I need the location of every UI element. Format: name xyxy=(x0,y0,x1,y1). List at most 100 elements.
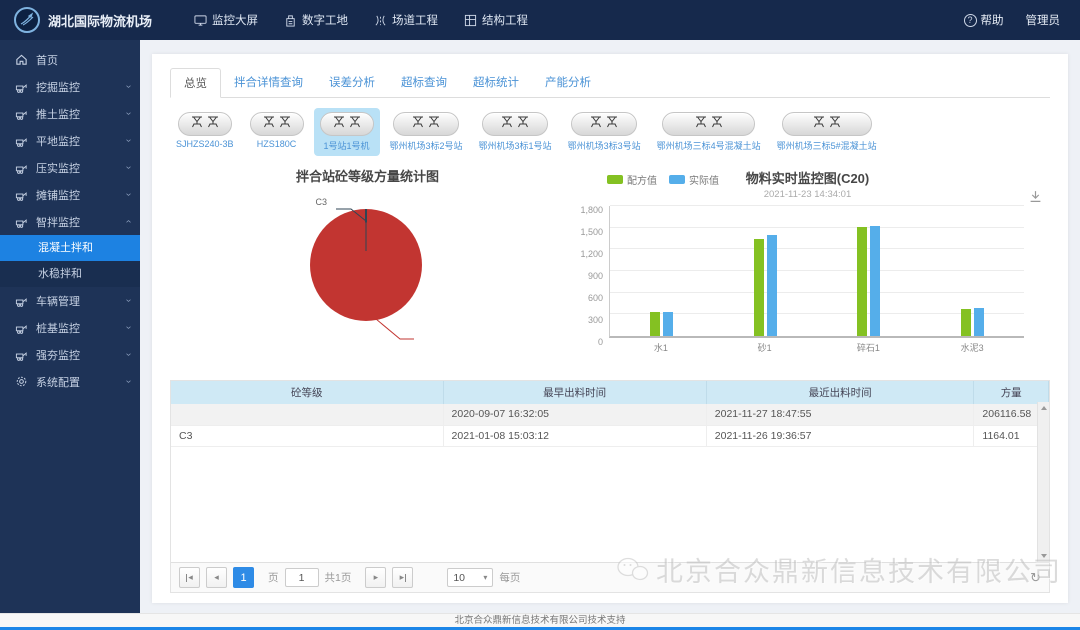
station-label: SJHZS240-3B xyxy=(176,139,234,149)
bar-配方值-砂1[interactable] xyxy=(753,239,764,336)
table-cell: 2020-09-07 16:32:05 xyxy=(443,404,707,426)
table-header[interactable]: 最早出料时间 xyxy=(443,381,707,404)
table-header[interactable]: 最近出料时间 xyxy=(706,381,975,404)
station-button-4[interactable]: 鄂州机场3标1号站 xyxy=(473,108,558,156)
user-menu[interactable]: 管理员 xyxy=(1026,12,1061,28)
last-page-button[interactable]: ▸ xyxy=(392,567,414,588)
station-button-0[interactable]: SJHZS240-3B xyxy=(170,108,240,153)
sidebar-item-compactor[interactable]: 压实监控 › xyxy=(0,154,140,181)
legend-actual[interactable]: 实际值 xyxy=(669,172,719,187)
sidebar-subitem-6-1[interactable]: 水稳拌和 xyxy=(0,261,140,287)
station-label: HZS180C xyxy=(256,139,297,149)
station-label: 鄂州机场3标3号站 xyxy=(567,141,641,151)
y-tick-label: 1,800 xyxy=(580,205,603,215)
sidebar-item-label: 挖掘监控 xyxy=(36,81,80,94)
sidebar-item-label: 首页 xyxy=(36,54,58,67)
sidebar-subitem-6-0[interactable]: 混凝土拌和 xyxy=(0,235,140,261)
runway-works-icon xyxy=(375,15,386,25)
x-tick-label: 水泥3 xyxy=(960,343,984,353)
table-row[interactable]: 2020-09-07 16:32:05 2021-11-27 18:47:55 20… xyxy=(171,404,1049,426)
top-header: 湖北国际物流机场 监控大屏 数字工地 场道工程 结构工程 ? 帮助 管理员 xyxy=(0,0,1080,40)
page-number-input[interactable] xyxy=(284,568,319,587)
tab-bar: 总览 拌合详情查询 误差分析 超标查询 超标统计 产能分析 xyxy=(170,68,1050,98)
excavator-icon xyxy=(14,80,28,93)
sidebar-item-pile[interactable]: 桩基监控 › xyxy=(0,314,140,341)
bar-chart-timestamp: 2021-11-23 14:34:01 xyxy=(763,189,852,200)
help-button[interactable]: ? 帮助 xyxy=(963,12,1004,28)
compactor-icon xyxy=(14,161,28,174)
sidebar-item-vehicle[interactable]: 车辆管理 › xyxy=(0,287,140,314)
help-icon: ? xyxy=(963,13,977,27)
tab-2[interactable]: 误差分析 xyxy=(316,68,388,98)
station-button-1[interactable]: HZS180C xyxy=(244,108,310,153)
station-selector: SJHZS240-3B HZS180C 1号站1号机 鄂州机场3标2号站 鄂州机场3标1… xyxy=(170,108,1050,156)
sidebar-item-label: 桩基监控 xyxy=(36,322,80,335)
table-row[interactable]: C3 2021-01-08 15:03:12 2021-11-26 19:36:57… xyxy=(171,425,1049,447)
ramming-icon xyxy=(14,348,28,361)
sidebar-item-smart-mixing[interactable]: 智拌监控 › xyxy=(0,208,140,235)
table-cell: C3 xyxy=(171,425,444,447)
sidebar-item-label: 摊铺监控 xyxy=(36,189,80,202)
bar-配方值-水1[interactable] xyxy=(650,312,661,336)
first-page-button[interactable]: ◂ xyxy=(179,567,200,588)
prev-page-button[interactable]: ◂ xyxy=(206,567,227,588)
station-button-7[interactable]: 鄂州机场三标5#混凝土站 xyxy=(771,108,883,156)
station-button-6[interactable]: 鄂州机场三标4号混凝土站 xyxy=(651,108,767,156)
top-nav: 监控大屏 数字工地 场道工程 结构工程 xyxy=(194,12,528,28)
sidebar-item-bulldozer[interactable]: 推土监控 › xyxy=(0,100,140,127)
sidebar-item-ramming[interactable]: 强夯监控 › xyxy=(0,341,140,368)
download-icon[interactable] xyxy=(1029,190,1042,203)
tab-1[interactable]: 拌合详情查询 xyxy=(221,68,316,98)
table-cell xyxy=(171,404,444,426)
next-page-button[interactable]: ▸ xyxy=(365,567,387,588)
bar-配方值-碎石1[interactable] xyxy=(857,226,868,336)
nav-structure-works[interactable]: 结构工程 xyxy=(464,12,528,28)
tab-0[interactable]: 总览 xyxy=(170,68,221,98)
total-pages-label: 共1页 xyxy=(324,572,352,584)
scroll-up-icon[interactable] xyxy=(1041,406,1047,410)
sidebar-item-home[interactable]: 首页 xyxy=(0,46,140,73)
nav-runway-works[interactable]: 场道工程 xyxy=(374,12,438,28)
sidebar-item-grader[interactable]: 平地监控 › xyxy=(0,127,140,154)
station-button-2[interactable]: 1号站1号机 xyxy=(313,108,380,156)
main-content: 总览 拌合详情查询 误差分析 超标查询 超标统计 产能分析 SJHZS240-3B HZS1… xyxy=(140,40,1080,613)
nav-big-screen[interactable]: 监控大屏 xyxy=(194,12,258,28)
pie-chart-block: 拌合站砼等级方量统计图 C3 xyxy=(170,166,565,368)
scroll-down-icon[interactable] xyxy=(1041,554,1047,558)
refresh-icon[interactable]: ↻ xyxy=(1030,570,1041,586)
table-cell: 2021-11-26 19:36:57 xyxy=(706,425,975,447)
table-header[interactable]: 砼等级 xyxy=(171,381,444,404)
bar-y-axis: 0 300 600 900 1,200 1,500 1,800 xyxy=(565,205,609,347)
chevron-down-icon: › xyxy=(122,165,134,170)
page-size-select[interactable]: 10 ▾ xyxy=(447,568,494,587)
nav-digital-site[interactable]: 数字工地 xyxy=(284,12,348,28)
bar-plot xyxy=(609,205,1024,338)
station-label: 1号站1号机 xyxy=(323,141,370,151)
footer-bar: 北京合众鼎新信息技术有限公司技术支持 xyxy=(0,613,1080,627)
digital-site-icon xyxy=(286,14,295,27)
y-tick-label: 0 xyxy=(597,337,603,347)
station-button-3[interactable]: 鄂州机场3标2号站 xyxy=(384,108,469,156)
tab-5[interactable]: 产能分析 xyxy=(532,68,604,98)
bar-配方值-水泥3[interactable] xyxy=(960,308,971,336)
result-grid: 砼等级 最早出料时间 最近出料时间 方量 2020-09-07 16:32:05 202… xyxy=(170,380,1050,593)
sidebar-item-paver[interactable]: 摊铺监控 › xyxy=(0,181,140,208)
bar-实际值-水泥3[interactable] xyxy=(973,308,984,336)
table-scrollbar[interactable] xyxy=(1037,402,1049,562)
bar-实际值-碎石1[interactable] xyxy=(870,225,881,336)
tab-3[interactable]: 超标查询 xyxy=(388,68,460,98)
station-button-5[interactable]: 鄂州机场3标3号站 xyxy=(562,108,647,156)
x-tick-label: 水1 xyxy=(653,343,668,353)
legend-formula[interactable]: 配方值 xyxy=(607,172,657,187)
table-header[interactable]: 方量 xyxy=(973,381,1049,404)
sidebar-menu: 首页 挖掘监控 › 推土监控 › 平地监控 › 压实监控 › 摊铺监控 › 智拌监控 › 混凝土拌和 水稳拌… xyxy=(0,40,140,613)
sidebar-item-excavator[interactable]: 挖掘监控 › xyxy=(0,73,140,100)
tab-4[interactable]: 超标统计 xyxy=(460,68,532,98)
mixing-plant-icon xyxy=(263,115,291,133)
current-page-button[interactable]: 1 xyxy=(233,567,254,588)
sidebar-item-label: 推土监控 xyxy=(36,108,80,121)
table-cell: 2021-01-08 15:03:12 xyxy=(443,425,707,447)
bar-实际值-水1[interactable] xyxy=(663,311,674,336)
bar-实际值-砂1[interactable] xyxy=(766,234,777,336)
sidebar-item-settings[interactable]: 系统配置 › xyxy=(0,368,140,395)
